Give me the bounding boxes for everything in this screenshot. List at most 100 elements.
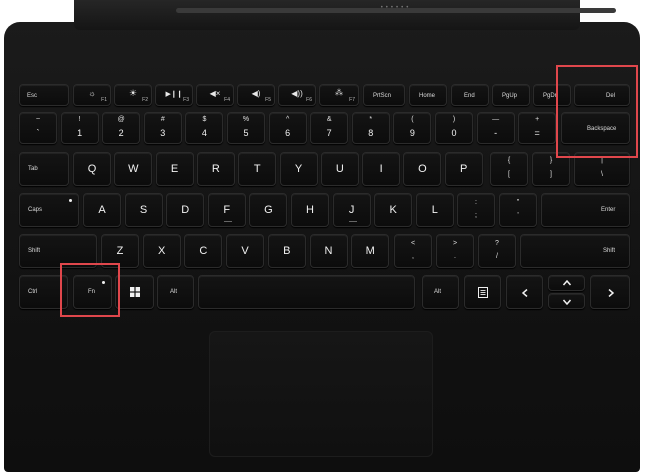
menu-icon [478,287,488,298]
key-letter-f[interactable]: F [207,193,246,227]
key-caps[interactable]: Caps [19,193,79,227]
key-shift-symbol: ! [78,116,81,123]
key-shift-symbol: : [475,199,477,206]
key-end[interactable]: End [451,84,489,106]
key-letter-l[interactable]: L [415,193,454,227]
key-number-0[interactable]: ~ ` [19,112,57,144]
key-arrow-right[interactable] [590,275,630,309]
key-arrow-down[interactable] [548,293,585,309]
key-f5[interactable]: ◀) F5 [237,84,275,106]
key-arrow-left[interactable] [506,275,543,309]
key-label: G [264,204,273,216]
key-punct-0[interactable]: <, [394,234,432,268]
key-shift-symbol: + [535,116,540,123]
key-windows[interactable] [115,275,154,309]
key-label: Esc [27,93,38,99]
key-letter-o[interactable]: O [403,152,442,186]
key-letter-v[interactable]: V [226,234,265,268]
key-number-9[interactable]: (9 [393,112,432,144]
key-main-symbol: 9 [409,128,415,138]
key-space[interactable] [198,275,415,309]
key-tab[interactable]: Tab [19,152,69,186]
key-number-12[interactable]: + = [518,112,557,144]
key-f2[interactable]: ☀ F2 [114,84,152,106]
key-label: K [389,204,397,216]
key-label: H [306,204,314,216]
key-main-symbol: ] [550,171,552,178]
key-letter-g[interactable]: G [249,193,288,227]
connector-dots: •••••• [380,5,412,11]
key-number-11[interactable]: — - [476,112,515,144]
key-letter-j[interactable]: J [332,193,371,227]
key-number-2[interactable]: @2 [102,112,141,144]
key-number-4[interactable]: $4 [185,112,224,144]
key-arrow-up[interactable] [548,275,585,291]
key-main-symbol: ; [475,212,477,219]
key-label: P [460,163,468,175]
key-f7[interactable]: ⁂ F7 [319,84,359,106]
key-f4[interactable]: ◀× F4 [196,84,234,106]
hinge: •••••• [74,0,616,30]
key-letter-u[interactable]: U [320,152,359,186]
key-number-10[interactable]: ) 0 [435,112,473,144]
key-letter-n[interactable]: N [309,234,348,268]
key-letter-k[interactable]: K [374,193,413,227]
key-letter-c[interactable]: C [184,234,223,268]
key-number-8[interactable]: * 8 [351,112,390,144]
touchpad[interactable] [209,331,433,457]
key-letter-e[interactable]: E [155,152,194,186]
key-letter-w[interactable]: W [114,152,153,186]
key-semi-1[interactable]: " ' [499,193,537,227]
key-number-7[interactable]: & 7 [310,112,349,144]
key-number-6[interactable]: ^ 6 [268,112,307,144]
key-enter[interactable]: Enter [541,193,630,227]
key-number-5[interactable]: % 5 [227,112,265,144]
key-letter-b[interactable]: B [267,234,306,268]
key-letter-r[interactable]: R [196,152,235,186]
key-alt-left[interactable]: Alt [157,275,194,309]
key-letter-s[interactable]: S [124,193,163,227]
key-shift-symbol: — [492,116,500,123]
key-letter-i[interactable]: I [362,152,401,186]
key-number-1[interactable]: ! 1 [60,112,99,144]
key-letter-m[interactable]: M [351,234,390,268]
key-bracket-0[interactable]: {[ [490,152,528,186]
key-main-symbol: 8 [368,128,374,138]
key-letter-x[interactable]: X [142,234,181,268]
key-letter-q[interactable]: Q [73,152,111,186]
key-main-symbol: [ [508,171,510,178]
key-label: M [365,245,375,257]
key-semi-0[interactable]: :; [457,193,495,227]
key-letter-h[interactable]: H [291,193,329,227]
key-pgup[interactable]: PgUp [492,84,530,106]
key-shift-right[interactable]: Shift [520,234,630,268]
key-f6[interactable]: ◀)) F6 [278,84,316,106]
key-label: R [211,163,220,175]
key-label: X [158,245,166,257]
key-letter-p[interactable]: P [444,152,483,186]
key-letter-t[interactable]: T [238,152,277,186]
key-label: Shift [28,248,41,254]
key-alt-right[interactable]: Alt [422,275,459,309]
key-f3[interactable]: ▶❙❙ F3 [155,84,193,106]
key-number-3[interactable]: #3 [143,112,182,144]
key-prtscn[interactable]: PrtScn [363,84,405,106]
key-punct-1[interactable]: >. [436,234,474,268]
arrow-down-icon [563,299,571,305]
key-sublabel: F1 [101,97,107,103]
highlight-fn-key [60,263,120,317]
key-main-symbol: = [534,128,540,138]
key-esc[interactable]: Esc [19,84,69,106]
key-home[interactable]: Home [409,84,447,106]
key-label: C [199,245,208,257]
key-menu[interactable] [464,275,501,309]
key-label: L [431,204,438,216]
highlight-del-backspace [556,65,638,158]
key-label: Alt [434,289,442,295]
key-letter-y[interactable]: Y [279,152,318,186]
key-letter-d[interactable]: D [166,193,205,227]
key-f1[interactable]: ☼ F1 [73,84,111,106]
keyboard-photo: •••••• Esc ☼ F1 ☀ F2 ▶❙❙ F3 ◀× F4 ◀) F5 … [0,0,648,472]
key-punct-2[interactable]: ? / [478,234,516,268]
key-letter-a[interactable]: A [83,193,121,227]
